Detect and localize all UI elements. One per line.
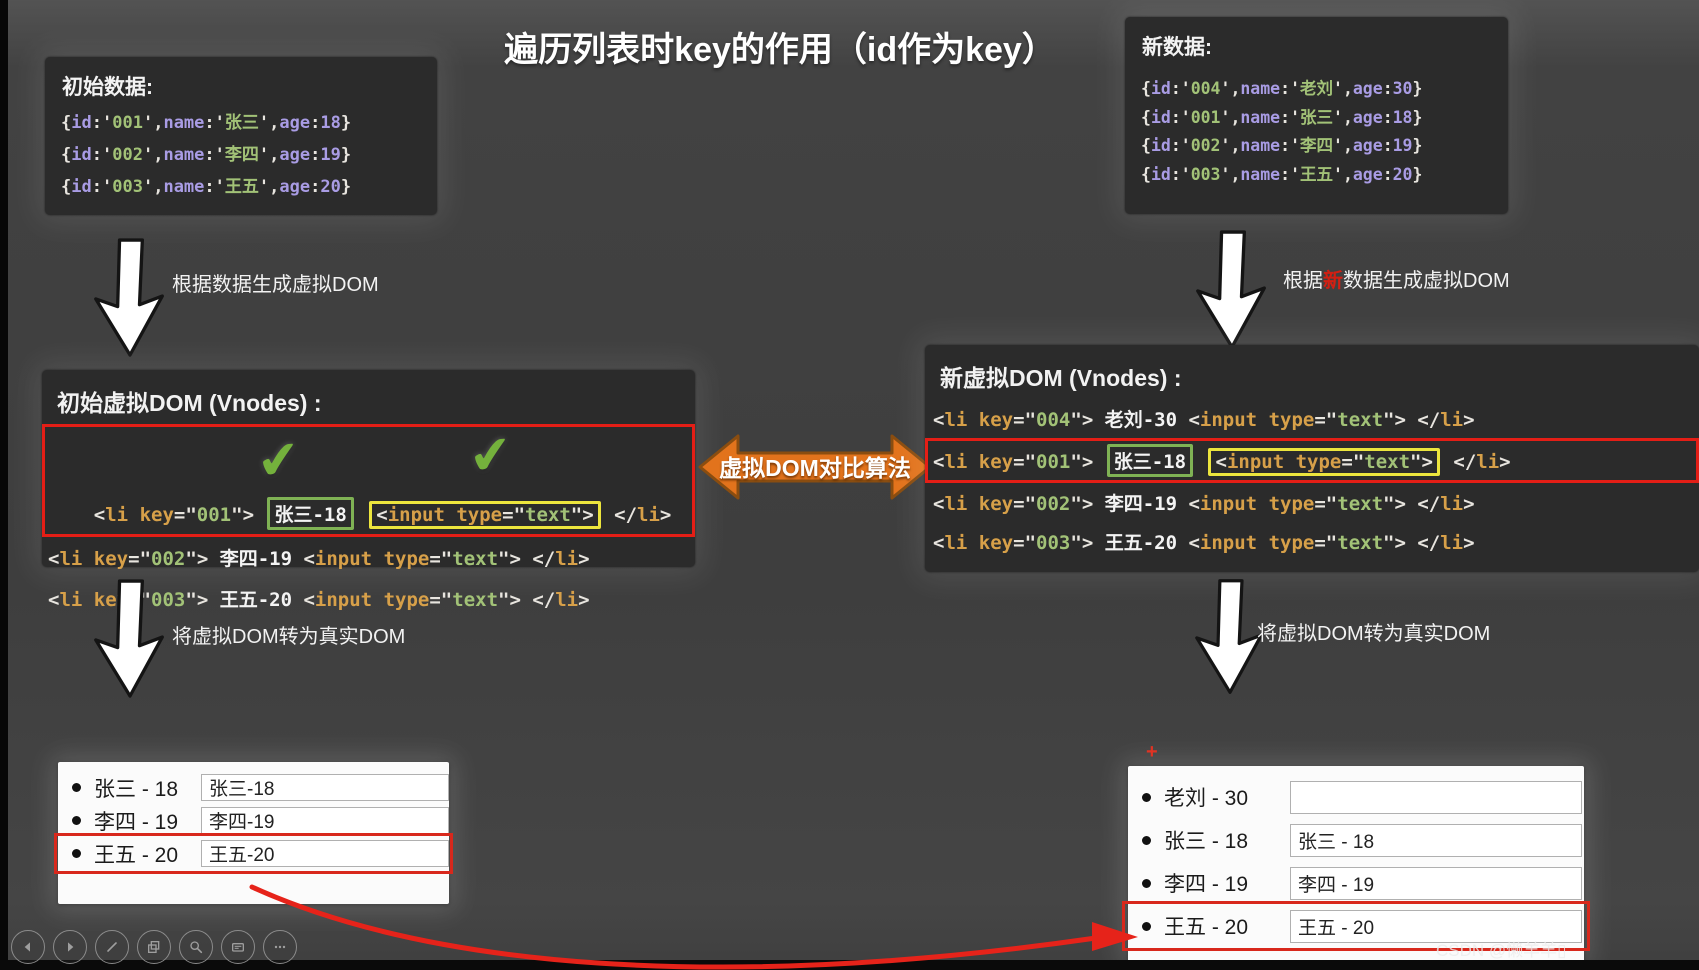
text-input[interactable] — [201, 807, 449, 834]
new-data-code: {id:'004',name:'老刘',age:30} {id:'001',na… — [1141, 75, 1508, 189]
code-line: {id:'002',name:'李四',age:19} — [1141, 136, 1423, 155]
slide-panels-icon — [148, 941, 160, 953]
initial-vnodes-title: 初始虚拟DOM (Vnodes) : — [57, 390, 322, 416]
bullet-icon — [1142, 878, 1151, 888]
list-item: 老刘 - 30 — [1128, 778, 1584, 816]
text-input[interactable] — [1290, 866, 1582, 900]
convert-real-dom-label: 将虚拟DOM转为真实DOM — [1257, 623, 1491, 645]
check-icon: ✔ — [253, 428, 304, 494]
vnode-row-004: <li key="004"> 老刘-30 <input type="text">… — [933, 409, 1475, 431]
vnode-row-002: <li key="002"> 李四-19 <input type="text">… — [48, 548, 590, 570]
more-options-button[interactable] — [263, 930, 297, 964]
initial-data-code: {id:'001',name:'张三',age:18} {id:'002',na… — [61, 107, 437, 203]
bullet-icon — [1142, 921, 1151, 931]
previous-slide-button[interactable] — [11, 930, 45, 964]
code-line: {id:'003',name:'王五',age:20} — [1141, 164, 1423, 184]
watermark: CSDN @懒羊羊▯ — [1436, 941, 1567, 960]
label-part-highlight: 新 — [1323, 270, 1343, 292]
list-item-label: 老刘 - 30 — [1164, 787, 1249, 810]
page-title: 遍历列表时key的作用（id作为key） — [504, 31, 1056, 69]
bullet-icon — [1142, 835, 1151, 845]
zoom-button[interactable] — [179, 930, 213, 964]
code-line: {id:'002',name:'李四',age:19} — [61, 145, 352, 165]
presentation-controls — [11, 930, 297, 964]
bullet-icon — [1142, 792, 1151, 802]
bullet-icon — [72, 849, 81, 858]
next-slide-button[interactable] — [53, 930, 87, 964]
slide: 遍历列表时key的作用（id作为key） 初始数据: {id:'001',nam… — [0, 0, 1699, 970]
down-arrow-icon — [92, 578, 168, 700]
list-item: 张三 - 18 — [58, 771, 449, 804]
down-arrow-icon — [1194, 228, 1270, 352]
check-icon: ✔ — [465, 423, 516, 489]
new-data-title: 新数据: — [1142, 36, 1212, 59]
list-item-label: 王五 - 20 — [94, 843, 179, 867]
generate-new-vdom-label: 根据新数据生成虚拟DOM — [1283, 264, 1510, 293]
more-icon — [274, 945, 286, 949]
initial-data-box: 初始数据: {id:'001',name:'张三',age:18} {id:'0… — [45, 57, 437, 215]
label-part: 数据生成虚拟DOM — [1343, 270, 1510, 292]
slide-panels-button[interactable] — [137, 930, 171, 964]
vnode-row-003: <li key="003"> 王五-20 <input type="text">… — [933, 532, 1475, 554]
generate-vdom-label: 根据数据生成虚拟DOM — [172, 274, 379, 296]
pen-button[interactable] — [95, 930, 129, 964]
red-annotation-mark: + — [1146, 741, 1158, 763]
down-arrow-icon — [92, 236, 168, 360]
letterbox-left — [0, 0, 8, 970]
text-input[interactable] — [1290, 823, 1582, 857]
list-item-label: 李四 - 19 — [94, 810, 179, 834]
diff-algorithm-arrow: 虚拟DOM对比算法 — [697, 426, 933, 510]
initial-data-title: 初始数据: — [62, 76, 153, 99]
code-line: {id:'001',name:'张三',age:18} — [61, 113, 352, 133]
display-settings-button[interactable] — [221, 930, 255, 964]
display-icon — [232, 943, 244, 952]
list-item-highlighted: 王五 - 20 — [54, 833, 453, 874]
next-icon — [68, 942, 74, 952]
convert-real-dom-label: 将虚拟DOM转为真实DOM — [172, 626, 406, 648]
initial-vnodes-box: 初始虚拟DOM (Vnodes) : ✔ ✔ <li key="001"> 张三… — [42, 370, 695, 611]
new-vnodes-box: 新虚拟DOM (Vnodes) : <li key="004"> 老刘-30 <… — [925, 345, 1699, 572]
list-item-label: 王五 - 20 — [1164, 916, 1249, 939]
list-item-label: 李四 - 19 — [1164, 873, 1249, 896]
new-vnodes-title: 新虚拟DOM (Vnodes) : — [940, 365, 1182, 391]
code-line: {id:'001',name:'张三',age:18} — [1141, 107, 1423, 127]
diff-algorithm-label: 虚拟DOM对比算法 — [719, 455, 911, 481]
vnode-row-001: ✔ ✔ <li key="001"> 张三-18 <input type="te… — [42, 424, 695, 537]
text-input[interactable] — [201, 774, 449, 801]
text-input[interactable] — [1290, 780, 1582, 814]
bullet-icon — [72, 816, 81, 825]
code-line: {id:'003',name:'王五',age:20} — [61, 177, 352, 197]
previous-icon — [24, 942, 30, 952]
magnifier-icon — [190, 941, 203, 954]
bullet-icon — [72, 783, 81, 792]
real-dom-panel-new: 老刘 - 30 张三 - 18 李四 - 19 王五 - 20 — [1122, 766, 1590, 963]
text-input[interactable] — [201, 840, 449, 867]
vnode-row-001: <li key="001"> 张三-18 <input type="text">… — [925, 438, 1699, 483]
new-data-box: 新数据: {id:'004',name:'老刘',age:30} {id:'00… — [1125, 17, 1508, 214]
vnode-row-002: <li key="002"> 李四-19 <input type="text">… — [933, 493, 1475, 515]
pen-icon — [107, 942, 117, 952]
list-item-label: 张三 - 18 — [94, 777, 179, 801]
list-item: 李四 - 19 — [1128, 864, 1584, 902]
label-part: 根据 — [1283, 270, 1323, 292]
list-item-label: 张三 - 18 — [1164, 830, 1249, 853]
list-item: 张三 - 18 — [1128, 821, 1584, 859]
list-item: 李四 - 19 — [58, 804, 449, 837]
real-dom-panel-initial: 张三 - 18 李四 - 19 王五 - 20 — [54, 762, 453, 904]
code-line: {id:'004',name:'老刘',age:30} — [1141, 79, 1423, 98]
